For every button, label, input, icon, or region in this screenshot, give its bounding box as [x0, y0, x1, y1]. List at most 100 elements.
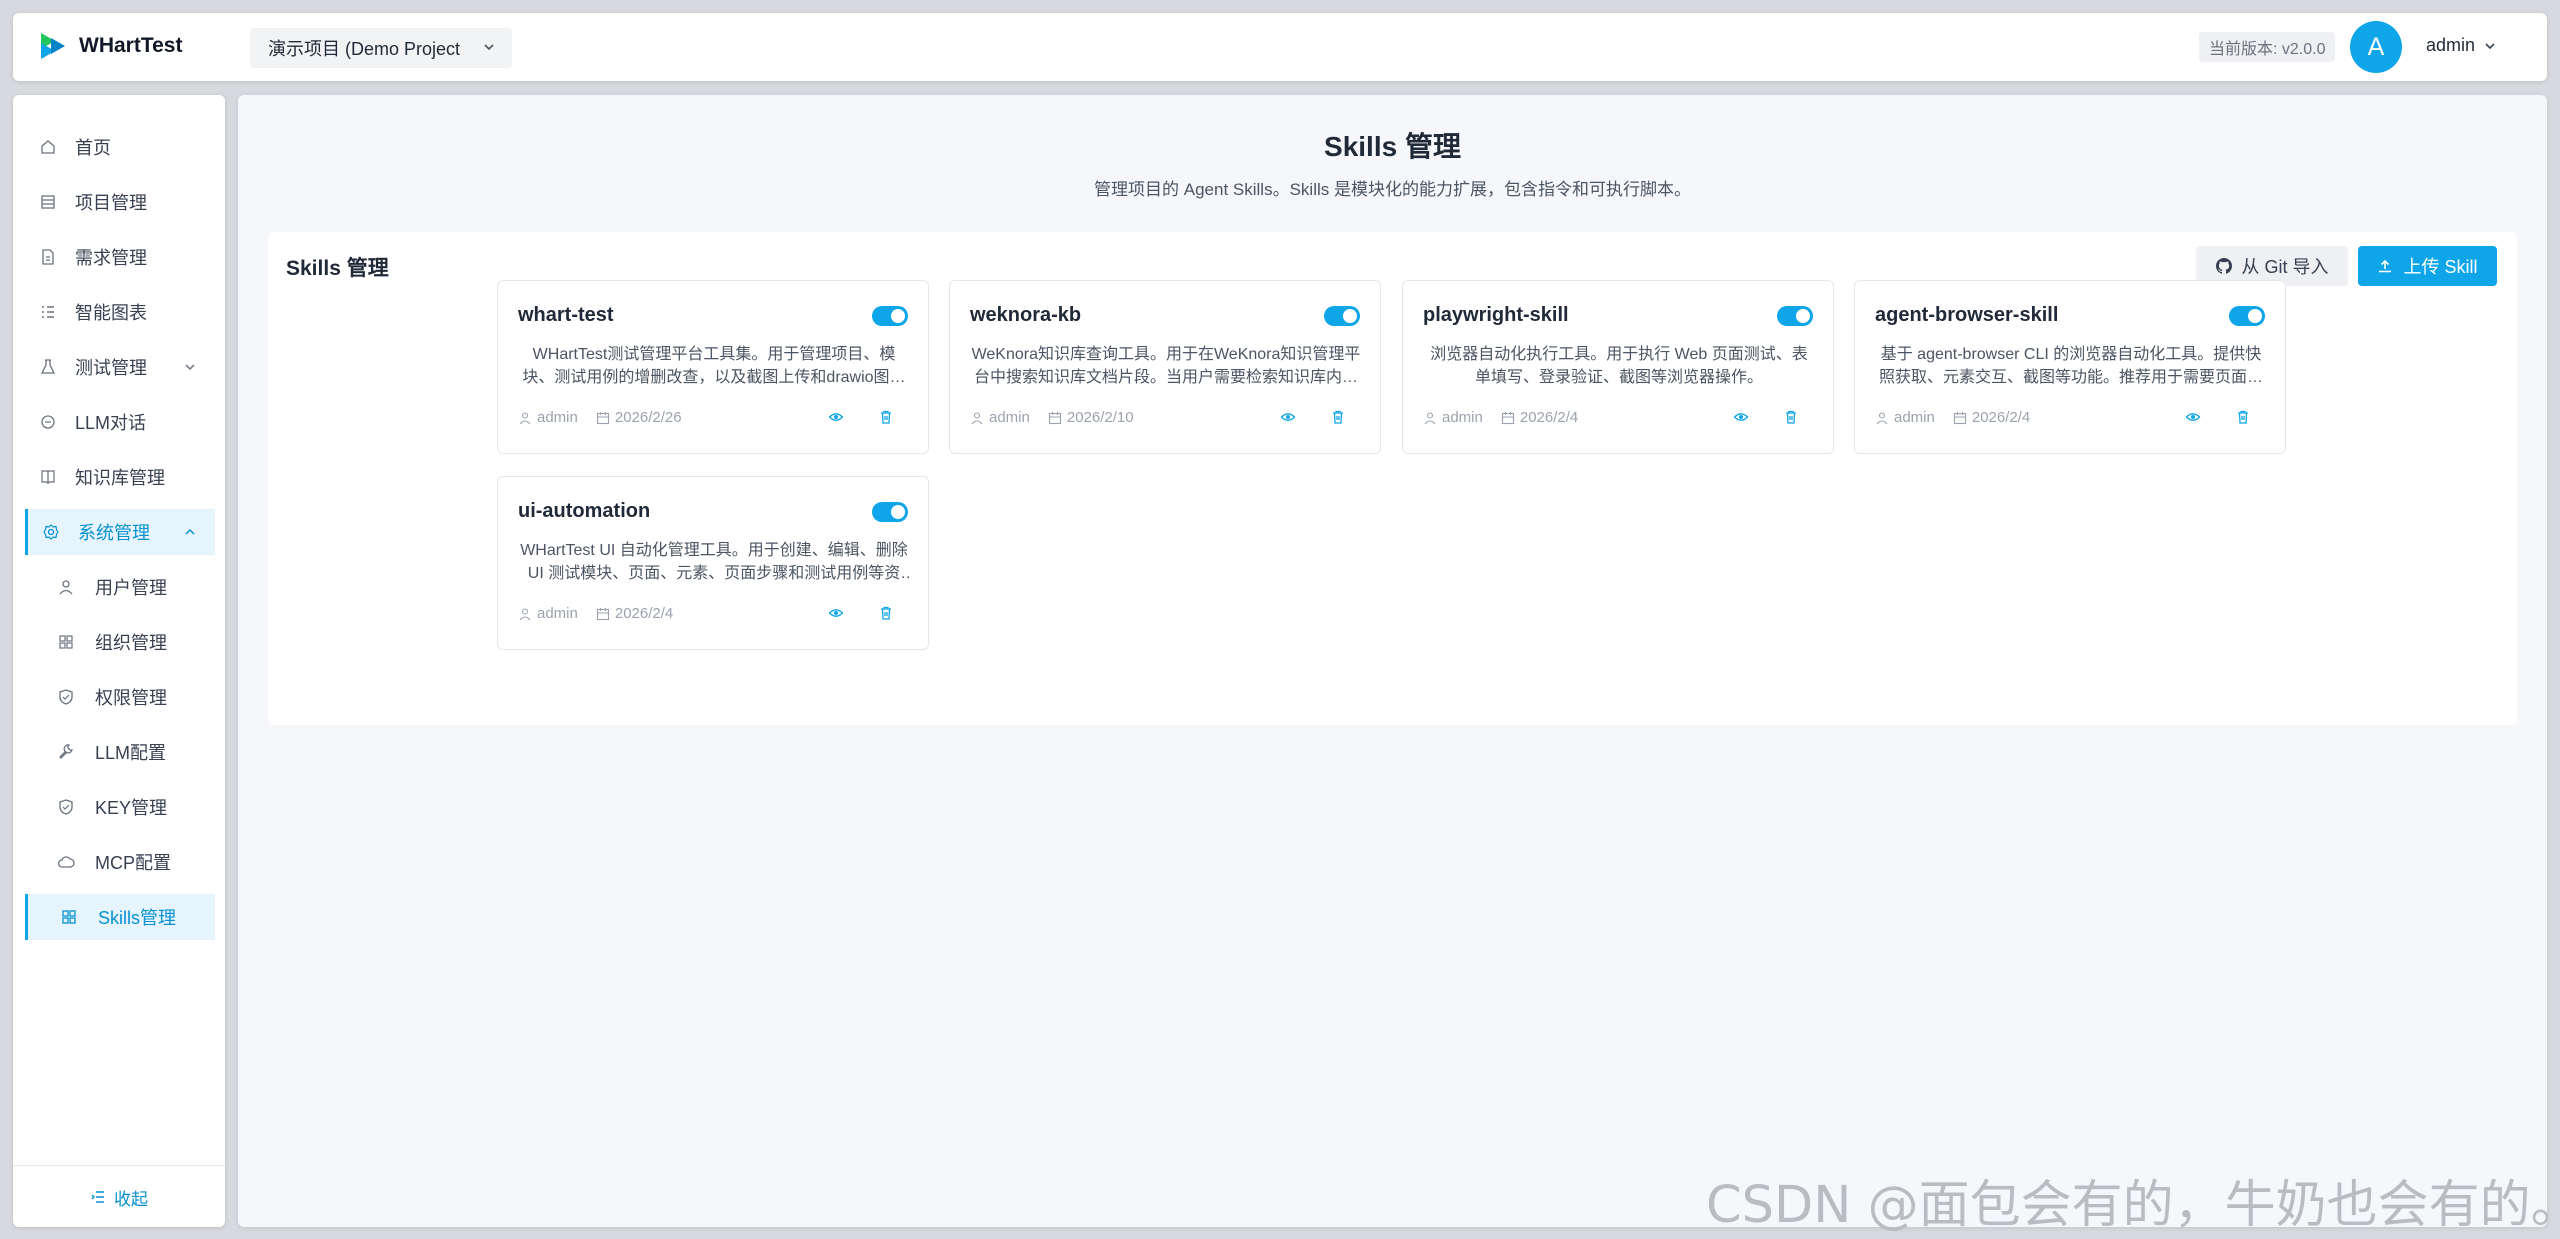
skill-author-name: admin: [537, 605, 578, 622]
project-select[interactable]: 演示项目 (Demo Project: [250, 28, 512, 68]
calendar-icon: [1953, 411, 1966, 424]
skill-author-name: admin: [1894, 409, 1935, 426]
skill-date: 2026/2/4: [1953, 409, 2030, 426]
sidebar-item-home[interactable]: 首页: [25, 124, 215, 170]
eye-icon[interactable]: [1733, 409, 1749, 425]
skill-enabled-toggle[interactable]: [872, 502, 908, 522]
delete-icon[interactable]: [1783, 409, 1799, 425]
shield-icon: [59, 689, 73, 705]
chevron-down-icon: [2485, 42, 2495, 49]
sidebar-item-llm-config[interactable]: LLM配置: [25, 729, 215, 775]
sidebar-item-knowledge-base[interactable]: 知识库管理: [25, 454, 215, 500]
page-title: Skills 管理: [1324, 131, 1461, 162]
skill-card[interactable]: ui-automation WHartTest UI 自动化管理工具。用于创建、…: [497, 476, 929, 650]
grid-icon: [59, 635, 73, 649]
skill-date: 2026/2/4: [596, 605, 673, 622]
skill-date-value: 2026/2/4: [1971, 409, 2031, 426]
top-bar: WHartTest 演示项目 (Demo Project 当前版本: v2.0.…: [13, 13, 2547, 81]
sidebar-item-test-management[interactable]: 测试管理: [25, 344, 215, 390]
wrench-icon: [59, 744, 73, 759]
document-icon: [42, 249, 54, 265]
delete-icon[interactable]: [1330, 409, 1346, 425]
skill-date: 2026/2/10: [1048, 409, 1134, 426]
skill-meta: admin 2026/2/10: [970, 409, 1134, 426]
eye-icon[interactable]: [2185, 409, 2201, 425]
skill-author-name: admin: [537, 409, 578, 426]
skill-meta: admin 2026/2/4: [1423, 409, 1578, 426]
skill-card[interactable]: playwright-skill 浏览器自动化执行工具。用于执行 Web 页面测…: [1402, 280, 1834, 454]
apps-icon: [62, 910, 76, 924]
sidebar-item-label: MCP配置: [95, 853, 171, 873]
username: admin: [2426, 35, 2476, 55]
sidebar-item-mcp-config[interactable]: MCP配置: [25, 839, 215, 885]
upload-skill-button[interactable]: 上传 Skill: [2358, 246, 2497, 286]
sidebar-item-label: 组织管理: [95, 633, 167, 653]
sidebar-item-projects[interactable]: 项目管理: [25, 179, 215, 225]
skill-date-value: 2026/2/10: [1066, 409, 1134, 426]
skill-date: 2026/2/26: [596, 409, 682, 426]
sidebar-item-label: Skills管理: [98, 908, 177, 928]
sidebar-item-requirements[interactable]: 需求管理: [25, 234, 215, 280]
skill-enabled-toggle[interactable]: [1777, 306, 1813, 326]
skill-name: weknora-kb: [970, 304, 1082, 326]
eye-icon[interactable]: [1280, 409, 1296, 425]
sidebar-item-key-management[interactable]: KEY管理: [25, 784, 215, 830]
eye-icon[interactable]: [828, 605, 844, 621]
eye-icon[interactable]: [828, 409, 844, 425]
skill-enabled-toggle[interactable]: [1324, 306, 1360, 326]
collapse-button[interactable]: 收起: [13, 1177, 225, 1217]
skill-date-value: 2026/2/4: [1519, 409, 1579, 426]
skill-meta: admin 2026/2/4: [1875, 409, 2030, 426]
sidebar-item-label: 首页: [75, 138, 111, 158]
sidebar-item-label: KEY管理: [95, 798, 168, 818]
flask-icon: [40, 359, 56, 374]
skill-card[interactable]: agent-browser-skill 基于 agent-browser CLI…: [1854, 280, 2286, 454]
watermark: CSDN @面包会有的，牛奶也会有的。: [1706, 1176, 2560, 1235]
collapse-label: 收起: [114, 1189, 148, 1209]
delete-icon[interactable]: [2235, 409, 2251, 425]
app-logo[interactable]: WHartTest: [37, 30, 182, 62]
sidebar-item-label: 系统管理: [78, 523, 150, 543]
skill-date-value: 2026/2/26: [614, 409, 682, 426]
skill-author: admin: [1875, 409, 1935, 426]
skill-name: playwright-skill: [1423, 304, 1569, 326]
book-icon: [41, 470, 55, 485]
calendar-icon: [596, 411, 609, 424]
sidebar-item-label: 需求管理: [75, 248, 147, 268]
skill-enabled-toggle[interactable]: [872, 306, 908, 326]
sidebar-item-system-management[interactable]: 系统管理: [25, 509, 215, 555]
skill-name: ui-automation: [518, 500, 651, 522]
delete-icon[interactable]: [878, 409, 894, 425]
skill-card[interactable]: whart-test WHartTest测试管理平台工具集。用于管理项目、模块、…: [497, 280, 929, 454]
sidebar-item-organizations[interactable]: 组织管理: [25, 619, 215, 665]
sidebar-item-label: 用户管理: [95, 578, 167, 598]
upload-icon: [2379, 259, 2392, 273]
sidebar-item-skills[interactable]: Skills管理: [25, 894, 215, 940]
skill-description: WeKnora知识库查询工具。用于在WeKnora知识管理平台中搜索知识库文档片…: [971, 346, 1361, 386]
skill-name: whart-test: [518, 304, 614, 326]
skill-description: WHartTest测试管理平台工具集。用于管理项目、模块、测试用例的增删改查，以…: [522, 346, 906, 386]
calendar-icon: [596, 607, 609, 620]
chevron-up-icon: [185, 528, 195, 535]
skill-author: admin: [518, 605, 578, 622]
skill-author: admin: [518, 409, 578, 426]
user-icon: [59, 580, 73, 595]
project-icon: [41, 195, 55, 209]
chevron-down-icon: [484, 44, 494, 51]
skill-date-value: 2026/2/4: [614, 605, 674, 622]
chevron-down-icon: [185, 364, 195, 371]
skill-enabled-toggle[interactable]: [2229, 306, 2265, 326]
user-menu[interactable]: admin: [2426, 35, 2497, 56]
skill-card[interactable]: weknora-kb WeKnora知识库查询工具。用于在WeKnora知识管理…: [949, 280, 1381, 454]
gear-icon: [43, 524, 59, 540]
sidebar-item-permissions[interactable]: 权限管理: [25, 674, 215, 720]
main-content: Skills 管理 管理项目的 Agent Skills。Skills 是模块化…: [238, 95, 2547, 1227]
logo-icon: [41, 33, 65, 59]
avatar[interactable]: A: [2350, 21, 2402, 73]
sidebar-item-users[interactable]: 用户管理: [25, 564, 215, 610]
list-icon: [42, 306, 54, 318]
sidebar-item-llm-chat[interactable]: LLM对话: [25, 399, 215, 445]
sidebar-item-smart-charts[interactable]: 智能图表: [25, 289, 215, 335]
user-icon: [519, 411, 531, 424]
delete-icon[interactable]: [878, 605, 894, 621]
